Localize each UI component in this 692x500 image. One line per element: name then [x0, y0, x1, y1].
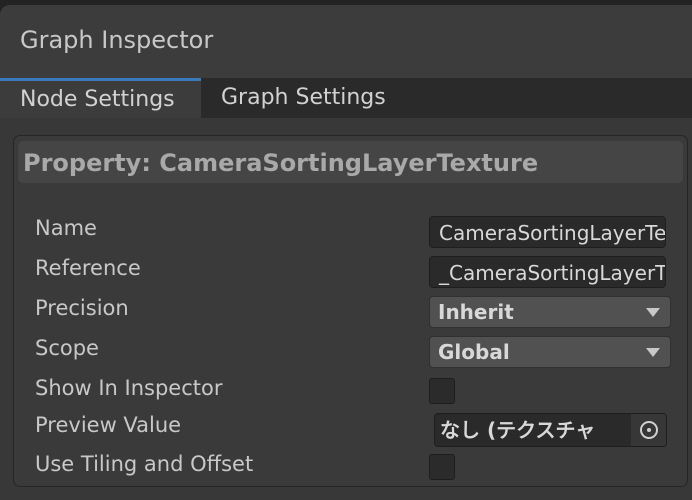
- window-titlebar[interactable]: Graph Inspector: [0, 5, 692, 78]
- target-icon: [640, 421, 658, 439]
- tab-graph-settings[interactable]: Graph Settings: [221, 78, 386, 118]
- tab-bar: Node Settings Graph Settings: [0, 78, 692, 118]
- scope-value: Global: [438, 340, 510, 364]
- property-title: Property: CameraSortingLayerTexture: [23, 149, 539, 177]
- precision-dropdown[interactable]: Inherit: [429, 296, 671, 328]
- scope-dropdown[interactable]: Global: [429, 336, 671, 368]
- chevron-down-icon: [646, 348, 660, 357]
- precision-label: Precision: [35, 296, 129, 320]
- preview-value-label: Preview Value: [35, 413, 182, 437]
- preview-value-text: なし (テクスチャ: [440, 418, 596, 442]
- property-header[interactable]: Property: CameraSortingLayerTexture: [18, 141, 683, 183]
- tab-node-settings[interactable]: Node Settings: [0, 78, 201, 118]
- use-tiling-label: Use Tiling and Offset: [35, 452, 254, 476]
- reference-label: Reference: [35, 256, 141, 280]
- object-picker-button[interactable]: [630, 414, 666, 446]
- reference-field[interactable]: _CameraSortingLayerTexture: [429, 256, 666, 288]
- tab-node-settings-label: Node Settings: [20, 87, 175, 112]
- property-panel: Property: CameraSortingLayerTexture Name…: [13, 135, 688, 487]
- name-field[interactable]: CameraSortingLayerTexture: [429, 216, 666, 248]
- show-in-inspector-label: Show In Inspector: [35, 376, 223, 400]
- scope-label: Scope: [35, 336, 99, 360]
- window-title: Graph Inspector: [20, 26, 214, 54]
- show-in-inspector-checkbox[interactable]: [429, 378, 455, 404]
- use-tiling-checkbox[interactable]: [429, 454, 455, 480]
- name-label: Name: [35, 216, 97, 240]
- tab-graph-settings-label: Graph Settings: [221, 85, 386, 110]
- graph-inspector-window: Graph Inspector Node Settings Graph Sett…: [0, 5, 692, 500]
- precision-value: Inherit: [438, 300, 514, 324]
- chevron-down-icon: [646, 308, 660, 317]
- preview-value-field[interactable]: なし (テクスチャ: [434, 413, 667, 447]
